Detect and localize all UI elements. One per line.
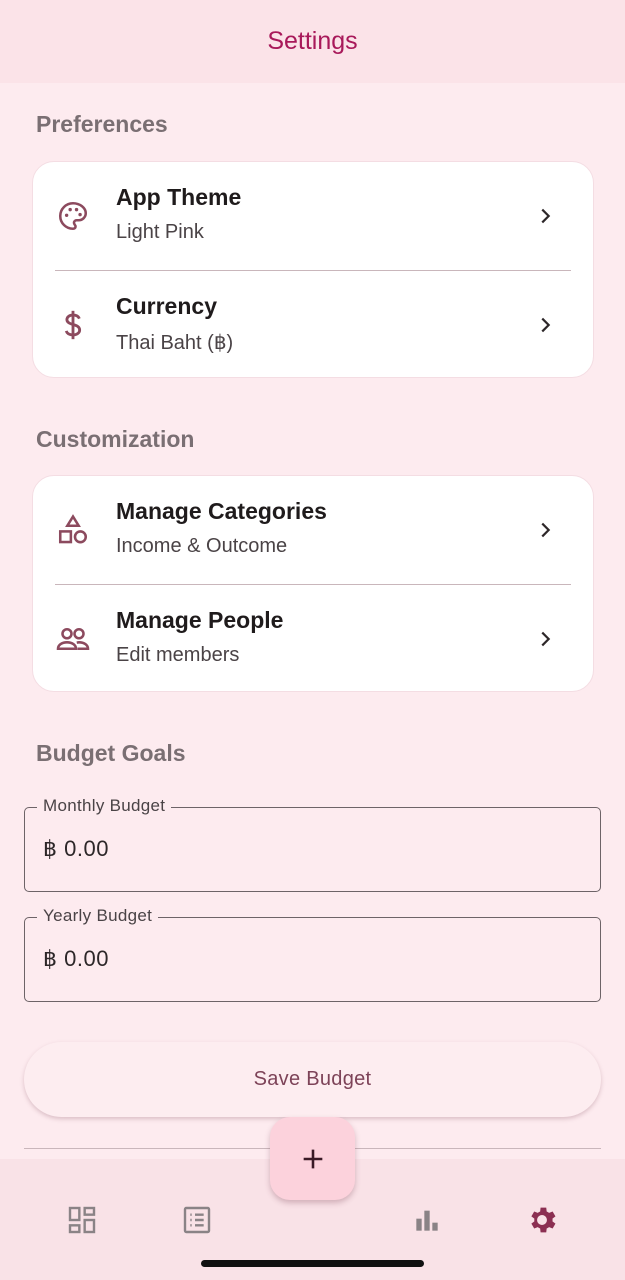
currency-value: Thai Baht (฿)	[116, 332, 234, 354]
yearly-budget-field[interactable]: Yearly Budget ฿ 0.00	[24, 906, 601, 1002]
currency-row[interactable]: Currency Thai Baht (฿)	[33, 271, 593, 379]
preferences-card: App Theme Light Pink Currency Thai Baht …	[32, 161, 594, 378]
yearly-budget-value[interactable]: ฿ 0.00	[43, 946, 109, 972]
home-indicator	[201, 1260, 424, 1267]
chevron-right-icon	[531, 202, 559, 230]
monthly-budget-value[interactable]: ฿ 0.00	[43, 836, 109, 862]
save-budget-button[interactable]: Save Budget	[24, 1042, 601, 1117]
monthly-budget-field[interactable]: Monthly Budget ฿ 0.00	[24, 796, 601, 892]
monthly-budget-label: Monthly Budget	[37, 796, 172, 816]
manage-people-row[interactable]: Manage People Edit members	[33, 585, 593, 693]
add-icon	[299, 1145, 327, 1173]
chart-icon[interactable]	[410, 1203, 444, 1237]
manage-people-title: Manage People	[116, 607, 284, 633]
customization-card: Manage Categories Income & Outcome Manag…	[32, 475, 594, 692]
manage-categories-row[interactable]: Manage Categories Income & Outcome	[33, 476, 593, 584]
palette-icon	[55, 198, 91, 234]
app-bar: Settings	[0, 0, 625, 83]
app-theme-title: App Theme	[116, 184, 242, 210]
chevron-right-icon	[531, 625, 559, 653]
people-icon	[55, 621, 91, 657]
app-theme-value: Light Pink	[116, 221, 204, 243]
section-title-preferences: Preferences	[36, 111, 168, 137]
chevron-right-icon	[531, 311, 559, 339]
currency-title: Currency	[116, 293, 217, 319]
section-title-budget-goals: Budget Goals	[36, 740, 186, 766]
dashboard-icon[interactable]	[65, 1203, 99, 1237]
add-button[interactable]	[270, 1117, 355, 1200]
section-title-customization: Customization	[36, 426, 195, 452]
list-icon[interactable]	[180, 1203, 214, 1237]
settings-icon[interactable]	[525, 1203, 559, 1237]
manage-categories-subtitle: Income & Outcome	[116, 535, 288, 557]
chevron-right-icon	[531, 516, 559, 544]
dollar-icon	[55, 307, 91, 343]
manage-people-subtitle: Edit members	[116, 644, 240, 666]
shapes-icon	[55, 512, 91, 548]
manage-categories-title: Manage Categories	[116, 498, 327, 524]
yearly-budget-label: Yearly Budget	[37, 906, 159, 926]
app-theme-row[interactable]: App Theme Light Pink	[33, 162, 593, 270]
page-title: Settings	[267, 27, 358, 55]
